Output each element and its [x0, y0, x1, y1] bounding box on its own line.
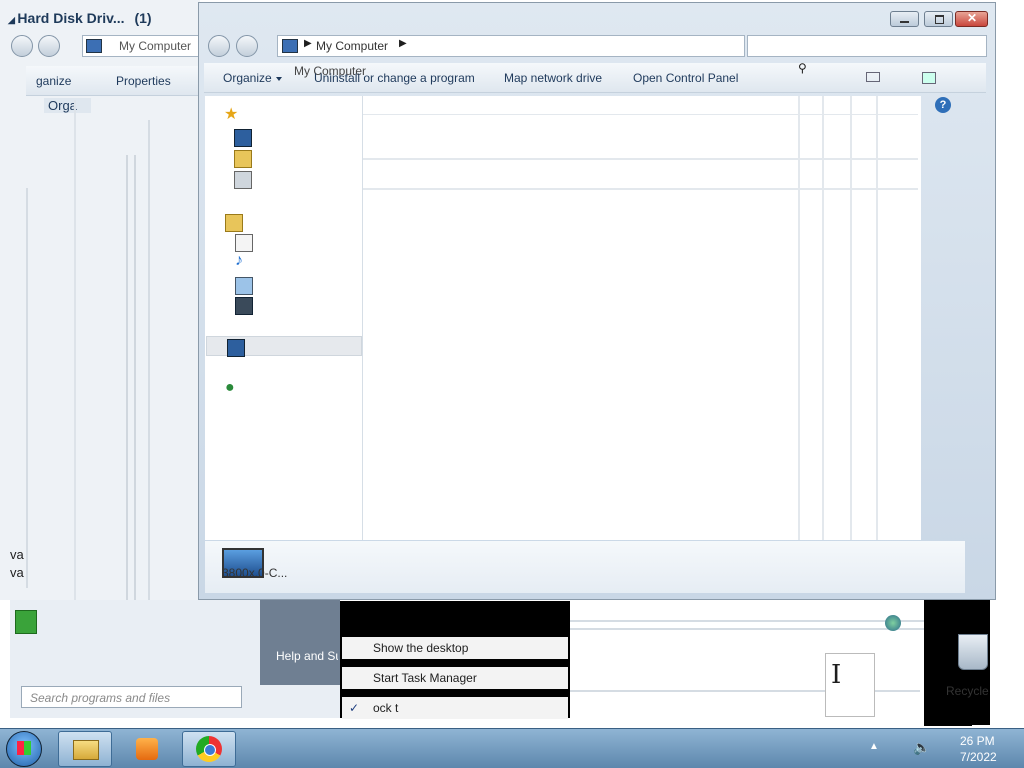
checkmark-icon: ✓: [349, 701, 360, 715]
text-cursor-box: I: [825, 653, 875, 717]
computer-icon: [227, 339, 245, 357]
preview-pane-icon[interactable]: [922, 72, 936, 84]
bg-command-bar: ganize Properties: [26, 66, 200, 96]
help-and-support-item[interactable]: Help and Su: [276, 649, 338, 663]
bg-forward-button[interactable]: [38, 35, 60, 57]
collapse-arrow-icon: ◢: [8, 15, 18, 25]
bg-address-text: My Computer: [119, 39, 192, 53]
clock-date: 7/2022: [960, 750, 997, 764]
desktop-icon[interactable]: [234, 129, 252, 147]
music-icon[interactable]: ♪: [235, 252, 243, 270]
recent-places-icon[interactable]: [234, 171, 252, 189]
back-button[interactable]: [208, 35, 230, 57]
recycle-bin-label[interactable]: Recycle: [946, 684, 989, 698]
open-control-panel-button[interactable]: Open Control Panel: [633, 71, 738, 85]
volume-icon[interactable]: 🔈: [913, 739, 930, 756]
minimize-icon: [900, 21, 909, 23]
start-orb-button[interactable]: [6, 731, 42, 767]
show-desktop-menu-item[interactable]: Show the desktop: [342, 637, 568, 659]
windows-logo-icon: [17, 741, 31, 755]
breadcrumb-arrow-icon: ▶: [304, 38, 312, 49]
start-menu-right-pane: [260, 600, 340, 685]
green-app-icon: [15, 610, 37, 634]
background-window-count: (1): [134, 10, 152, 26]
organize-button[interactable]: Organize: [223, 71, 282, 85]
bg-truncated-line-1: va: [10, 547, 24, 562]
minimize-button[interactable]: [890, 11, 919, 27]
recycle-bin-icon[interactable]: [958, 634, 988, 670]
taskbar-explorer-button[interactable]: [58, 731, 112, 767]
menu-item-label: Start Task Manager: [373, 671, 477, 685]
search-box[interactable]: [747, 35, 987, 57]
breadcrumb-arrow-icon: ▶: [399, 38, 407, 49]
computer-name-label: 3800x.0-C...: [222, 566, 288, 580]
menu-item-label: Show the desktop: [373, 641, 469, 655]
chevron-down-icon: [275, 76, 282, 81]
bg-organize-button[interactable]: ganize: [36, 74, 71, 88]
map-network-drive-button[interactable]: Map network drive: [504, 71, 602, 85]
downloads-folder-icon[interactable]: [234, 150, 252, 168]
bg-organize-ghost: Orga: [44, 98, 91, 113]
favorites-star-icon[interactable]: ★: [224, 104, 238, 124]
computer-icon: [282, 39, 298, 53]
network-icon[interactable]: ●: [225, 379, 235, 397]
videos-icon[interactable]: [235, 297, 253, 315]
menu-item-label: ock t: [373, 701, 399, 715]
chrome-icon: [196, 736, 222, 762]
bg-truncated-line-2: va: [10, 565, 24, 580]
uninstall-program-button[interactable]: Uninstall or change a program: [314, 71, 475, 85]
redraw-artifact: [822, 96, 852, 540]
maximize-button[interactable]: [924, 11, 953, 27]
start-search-placeholder: Search programs and files: [30, 691, 171, 705]
views-icon[interactable]: [866, 72, 880, 82]
computer-icon: [86, 39, 102, 53]
bg-address-bar[interactable]: My Computer: [82, 35, 200, 57]
bg-properties-button[interactable]: Properties: [116, 74, 171, 88]
redraw-artifact: [26, 188, 34, 588]
taskbar-media-player-button[interactable]: [120, 731, 174, 767]
taskbar-chrome-button[interactable]: [182, 731, 236, 767]
documents-icon[interactable]: [235, 234, 253, 252]
clock[interactable]: 26 PM 7/2022: [960, 733, 1010, 765]
taskbar: ▲ 🔈 26 PM 7/2022: [0, 728, 1024, 768]
address-bar[interactable]: ▶ My Computer ▶: [277, 35, 745, 57]
background-window-title: ◢ Hard Disk Driv... (1): [8, 10, 152, 26]
start-task-manager-menu-item[interactable]: Start Task Manager: [342, 667, 568, 689]
libraries-icon[interactable]: [225, 214, 243, 232]
bg-back-button[interactable]: [11, 35, 33, 57]
show-hidden-icons-icon[interactable]: ▲: [869, 741, 879, 752]
lock-taskbar-menu-item[interactable]: ✓ ock t: [342, 697, 568, 719]
computer-nav-item[interactable]: [206, 336, 362, 357]
address-text: My Computer: [316, 39, 389, 53]
explorer-folder-icon: [73, 740, 99, 760]
clock-time: 26 PM: [960, 734, 995, 748]
organize-label: Organize: [223, 71, 272, 85]
maximize-icon: [935, 15, 944, 24]
navigation-pane: [205, 96, 363, 540]
media-player-icon: [136, 738, 158, 760]
forward-button[interactable]: [236, 35, 258, 57]
pictures-icon[interactable]: [235, 277, 253, 295]
taskbar-context-menu: Show the desktop Start Task Manager ✓ oc…: [340, 601, 570, 719]
ibeam-cursor-icon: I: [831, 660, 842, 690]
close-button[interactable]: ✕: [955, 11, 988, 27]
network-globe-icon: [885, 615, 901, 631]
background-window-title-text: Hard Disk Driv...: [17, 10, 125, 26]
details-pane: [205, 541, 965, 593]
command-bar: Organize My Computer Uninstall or change…: [204, 61, 986, 93]
help-icon[interactable]: ?: [935, 97, 951, 113]
close-icon: ✕: [967, 11, 978, 25]
start-search-box[interactable]: Search programs and files: [21, 686, 242, 708]
search-icon: ⚲: [798, 61, 807, 75]
